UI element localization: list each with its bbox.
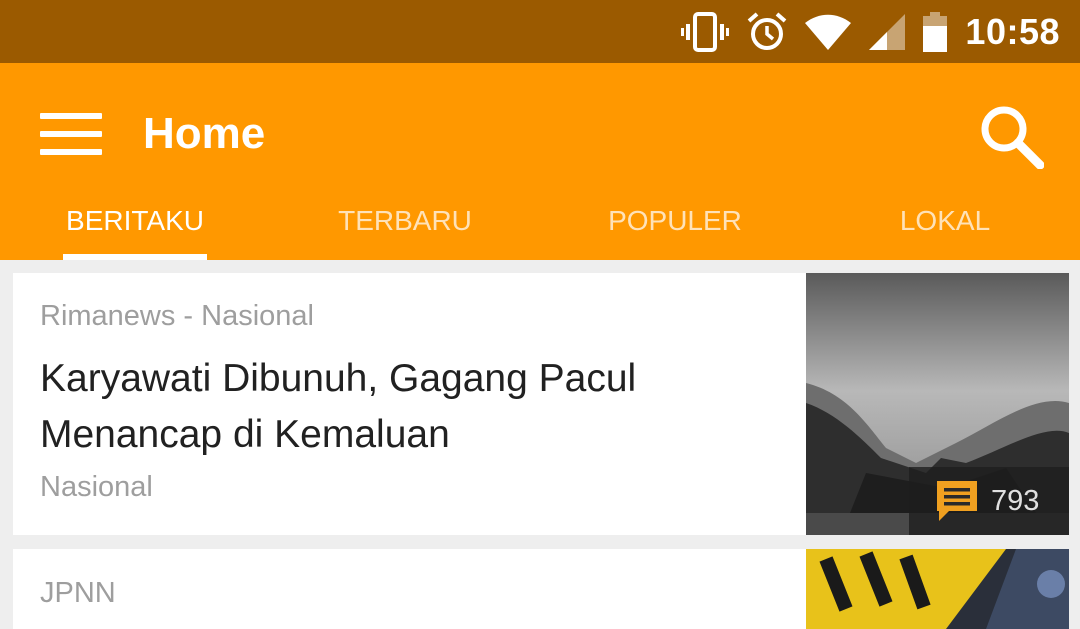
comment-count: 793	[991, 484, 1040, 517]
wifi-icon	[805, 14, 852, 50]
tab-lokal[interactable]: LOKAL	[810, 195, 1080, 260]
article-source: Rimanews - Nasional	[40, 300, 314, 332]
comment-badge: 793	[909, 467, 1069, 535]
app-bar: Home BERITAKU TERBARU POPULER LOKAL	[0, 63, 1080, 260]
article-source: JPNN	[40, 577, 116, 609]
article-title: Karyawati Dibunuh, Gagang Pacul Menancap…	[40, 357, 637, 456]
battery-icon	[923, 12, 948, 52]
search-icon[interactable]	[978, 103, 1044, 169]
tab-beritaku[interactable]: BERITAKU	[0, 195, 270, 260]
article-thumbnail	[806, 549, 1069, 629]
comment-icon	[937, 481, 977, 521]
vibrate-icon	[681, 12, 730, 52]
tab-label: BERITAKU	[66, 205, 204, 236]
hamburger-menu-icon[interactable]	[40, 113, 102, 155]
status-time: 10:58	[965, 11, 1060, 52]
tab-terbaru[interactable]: TERBARU	[270, 195, 540, 260]
thumbnail-image	[806, 549, 1069, 629]
tab-label: POPULER	[608, 205, 742, 236]
tab-bar: BERITAKU TERBARU POPULER LOKAL	[0, 195, 1080, 260]
tab-populer[interactable]: POPULER	[540, 195, 810, 260]
status-icons: 10:58	[681, 8, 1060, 56]
article-card[interactable]: Rimanews - Nasional Karyawati Dibunuh, G…	[13, 273, 1069, 535]
article-thumbnail: 793	[806, 273, 1069, 535]
article-card[interactable]: JPNN	[13, 549, 1069, 629]
tab-label: LOKAL	[899, 205, 991, 236]
page-title: Home	[143, 109, 266, 158]
tab-label: TERBARU	[338, 205, 472, 236]
alarm-icon	[748, 12, 787, 50]
signal-icon	[869, 14, 906, 50]
tab-indicator	[63, 254, 207, 260]
status-bar: 10:58	[0, 0, 1080, 63]
article-category: Nasional	[40, 471, 153, 503]
